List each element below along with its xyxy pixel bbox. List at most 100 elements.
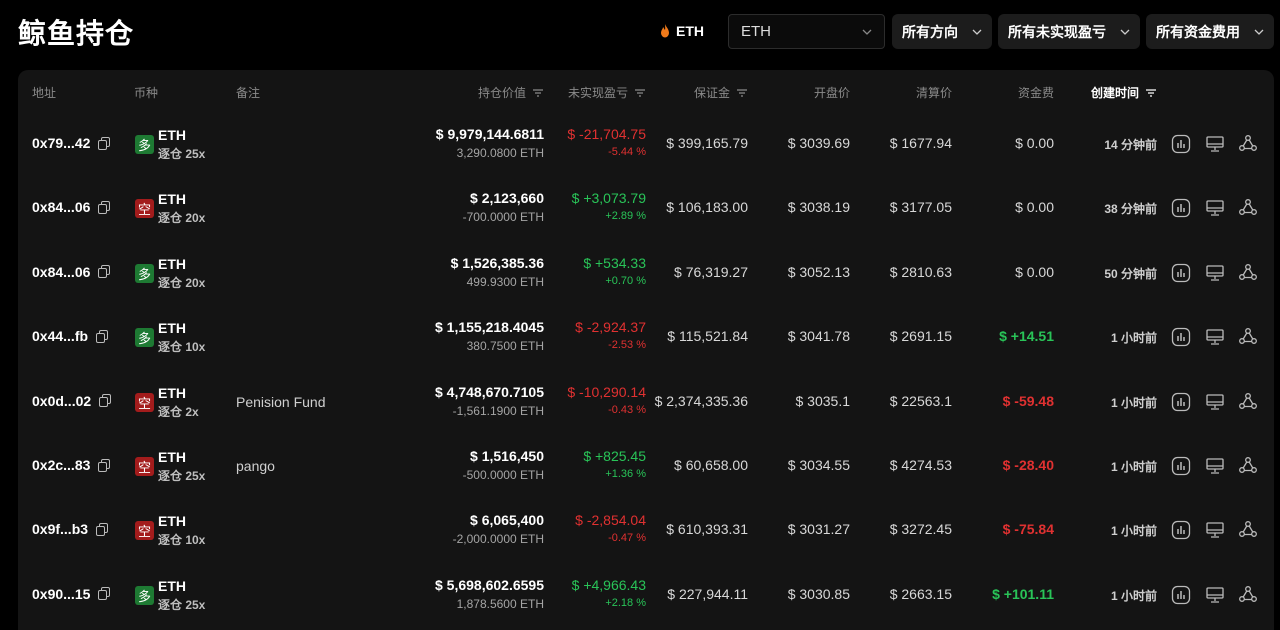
coin-select[interactable]: ETH bbox=[728, 14, 885, 49]
col-header-coin: 币种 bbox=[134, 86, 159, 100]
open-price: $ 3031.27 bbox=[787, 521, 850, 538]
share-nodes-icon[interactable] bbox=[1237, 133, 1259, 155]
share-nodes-icon[interactable] bbox=[1237, 584, 1259, 606]
unrealized-pnl-percent: -0.47 % bbox=[608, 532, 646, 545]
copy-icon[interactable] bbox=[98, 136, 111, 150]
funding-value: $ 0.00 bbox=[1015, 135, 1054, 151]
monitor-icon[interactable] bbox=[1204, 455, 1226, 477]
monitor-icon[interactable] bbox=[1204, 391, 1226, 413]
share-nodes-icon[interactable] bbox=[1237, 519, 1259, 541]
table-row[interactable]: 0x90...15 多 ETH 逐仓 25x $ 5,698,602.6595 … bbox=[18, 564, 1274, 628]
col-header-margin[interactable]: 保证金 bbox=[694, 84, 748, 101]
address-text: 0x2c...83 bbox=[32, 457, 91, 473]
copy-icon[interactable] bbox=[99, 394, 112, 408]
table-row[interactable]: 0x84...06 多 ETH 逐仓 20x $ 1,526,385.36 49… bbox=[18, 242, 1274, 306]
open-price: $ 3034.55 bbox=[787, 457, 850, 473]
col-header-liq-price: 清算价 bbox=[915, 86, 952, 100]
created-time: 1 小时前 bbox=[1110, 524, 1157, 539]
chart-icon[interactable] bbox=[1170, 133, 1192, 155]
address-text: 0x84...06 bbox=[32, 199, 91, 216]
liq-price: $ 2810.63 bbox=[889, 263, 952, 280]
position-value: $ 2,123,660 bbox=[470, 190, 544, 207]
position-qty: -2,000.0000 ETH bbox=[452, 532, 544, 547]
position-qty: 380.7500 ETH bbox=[466, 339, 544, 354]
side-badge: 空 bbox=[135, 199, 154, 219]
address-cell[interactable]: 0x44...fb bbox=[32, 328, 109, 344]
chart-icon[interactable] bbox=[1170, 519, 1192, 541]
monitor-icon[interactable] bbox=[1204, 197, 1226, 219]
copy-icon[interactable] bbox=[96, 329, 109, 343]
table-row[interactable]: 0x79...42 多 ETH 逐仓 25x $ 9,979,144.6811 … bbox=[18, 113, 1274, 177]
position-value: $ 1,526,385.36 bbox=[450, 254, 544, 271]
position-qty: -700.0000 ETH bbox=[462, 210, 544, 225]
open-price: $ 3052.13 bbox=[787, 263, 850, 280]
address-cell[interactable]: 0x84...06 bbox=[32, 199, 111, 216]
unrealized-pnl-percent: +1.36 % bbox=[605, 468, 646, 480]
copy-icon[interactable] bbox=[98, 200, 111, 214]
chart-icon[interactable] bbox=[1170, 326, 1192, 348]
copy-icon[interactable] bbox=[98, 265, 111, 279]
unrealized-pnl-percent: -5.44 % bbox=[608, 146, 646, 158]
current-coin-label: ETH bbox=[660, 20, 704, 42]
coin-name: ETH bbox=[158, 513, 186, 530]
address-cell[interactable]: 0x0d...02 bbox=[32, 392, 112, 409]
funding-value: $ +14.51 bbox=[999, 328, 1054, 345]
position-value: $ 1,155,218.4045 bbox=[435, 319, 544, 336]
monitor-icon[interactable] bbox=[1204, 262, 1226, 284]
funding-filter[interactable]: 所有资金费用 bbox=[1146, 14, 1274, 49]
margin-value: $ 2,374,335.36 bbox=[654, 392, 748, 409]
side-badge: 多 bbox=[135, 263, 154, 283]
leverage-text: 逐仓 20x bbox=[158, 275, 206, 290]
monitor-icon[interactable] bbox=[1204, 326, 1226, 348]
address-cell[interactable]: 0x84...06 bbox=[32, 264, 111, 280]
direction-filter[interactable]: 所有方向 bbox=[892, 14, 992, 49]
position-value: $ 5,698,602.6595 bbox=[435, 576, 544, 593]
col-header-unrealized-pnl[interactable]: 未实现盈亏 bbox=[568, 84, 646, 101]
chart-icon[interactable] bbox=[1170, 262, 1192, 284]
note-text: Penision Fund bbox=[236, 393, 326, 410]
chart-icon[interactable] bbox=[1170, 455, 1192, 477]
share-nodes-icon[interactable] bbox=[1237, 391, 1259, 413]
note-text: pango bbox=[236, 458, 275, 474]
unrealized-pnl: $ +534.33 bbox=[583, 254, 646, 271]
share-nodes-icon[interactable] bbox=[1237, 262, 1259, 284]
chart-icon[interactable] bbox=[1170, 584, 1192, 606]
created-time: 1 小时前 bbox=[1110, 331, 1157, 346]
position-qty: 499.9300 ETH bbox=[466, 274, 544, 289]
share-nodes-icon[interactable] bbox=[1237, 455, 1259, 477]
chart-icon[interactable] bbox=[1170, 197, 1192, 219]
created-time: 50 分钟前 bbox=[1104, 266, 1157, 281]
copy-icon[interactable] bbox=[98, 587, 111, 601]
leverage-text: 逐仓 10x bbox=[158, 533, 206, 548]
address-cell[interactable]: 0x9f...b3 bbox=[32, 521, 109, 537]
monitor-icon[interactable] bbox=[1204, 519, 1226, 541]
table-row[interactable]: 0x84...06 空 ETH 逐仓 20x $ 2,123,660 -700.… bbox=[18, 177, 1274, 241]
col-header-created[interactable]: 创建时间 bbox=[1091, 84, 1157, 101]
share-nodes-icon[interactable] bbox=[1237, 197, 1259, 219]
unrealized-pnl-percent: -0.43 % bbox=[608, 403, 646, 416]
pnl-filter[interactable]: 所有未实现盈亏 bbox=[998, 14, 1140, 49]
col-header-note: 备注 bbox=[236, 86, 261, 100]
unrealized-pnl: $ +825.45 bbox=[583, 448, 646, 464]
address-text: 0x0d...02 bbox=[32, 392, 92, 409]
table-row[interactable]: 0x44...fb 多 ETH 逐仓 10x $ 1,155,218.4045 … bbox=[18, 306, 1274, 370]
position-value: $ 1,516,450 bbox=[470, 448, 544, 464]
col-header-position-value[interactable]: 持仓价值 bbox=[478, 84, 544, 101]
copy-icon[interactable] bbox=[96, 522, 109, 536]
table-row[interactable]: 0x9f...b3 空 ETH 逐仓 10x $ 6,065,400 -2,00… bbox=[18, 499, 1274, 563]
table-row[interactable]: 0x2c...83 空 ETH 逐仓 25x pango $ 1,516,450… bbox=[18, 435, 1274, 499]
unrealized-pnl: $ -10,290.14 bbox=[567, 383, 646, 400]
address-cell[interactable]: 0x2c...83 bbox=[32, 457, 111, 473]
address-cell[interactable]: 0x79...42 bbox=[32, 135, 111, 151]
share-nodes-icon[interactable] bbox=[1237, 326, 1259, 348]
table-row[interactable]: 0x0d...02 空 ETH 逐仓 2x Penision Fund $ 4,… bbox=[18, 371, 1274, 435]
chart-icon[interactable] bbox=[1170, 391, 1192, 413]
liq-price: $ 22563.1 bbox=[889, 392, 952, 409]
address-cell[interactable]: 0x90...15 bbox=[32, 586, 111, 602]
monitor-icon[interactable] bbox=[1204, 133, 1226, 155]
coin-name: ETH bbox=[158, 191, 186, 208]
chevron-down-icon bbox=[1120, 29, 1130, 35]
copy-icon[interactable] bbox=[98, 458, 111, 472]
monitor-icon[interactable] bbox=[1204, 584, 1226, 606]
col-header-funding: 资金费 bbox=[1017, 86, 1054, 100]
